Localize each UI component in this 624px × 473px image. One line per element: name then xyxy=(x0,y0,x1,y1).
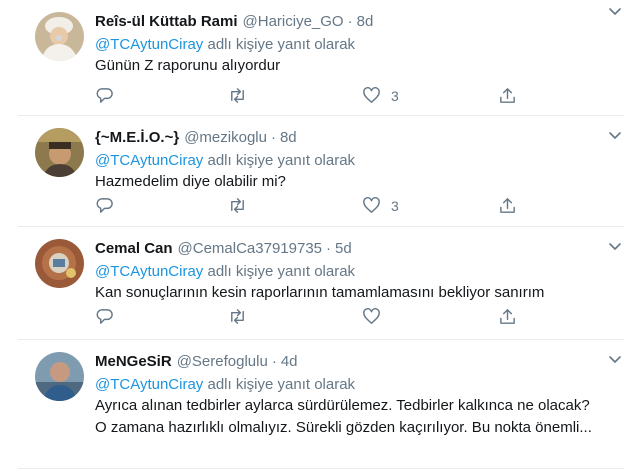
share-icon xyxy=(500,309,515,324)
avatar[interactable] xyxy=(35,352,84,401)
like-button[interactable]: 3 xyxy=(362,86,399,105)
tweet[interactable]: Cemal Can @CemalCa37919735 · 5d @TCAytun… xyxy=(18,227,624,340)
retweet-icon xyxy=(231,88,244,103)
separator-dot: · xyxy=(271,353,277,370)
reply-context: @TCAytunCiray adlı kişiye yanıt olarak xyxy=(95,262,604,282)
tweet-text: Ayrıca alınan tedbirler aylarca sürdürül… xyxy=(95,397,592,436)
like-count: 3 xyxy=(391,87,399,104)
reply-icon xyxy=(96,198,113,213)
display-name[interactable]: {~M.E.İ.O.~} xyxy=(95,128,179,148)
share-icon xyxy=(500,198,515,213)
separator-dot: · xyxy=(270,129,276,146)
reply-context: @TCAytunCiray adlı kişiye yanıt olarak xyxy=(95,151,604,171)
reply-button[interactable] xyxy=(95,196,114,215)
avatar-image xyxy=(35,128,84,177)
reply-context-text: adlı kişiye yanıt olarak xyxy=(203,263,356,280)
avatar[interactable] xyxy=(35,128,84,177)
share-button[interactable] xyxy=(498,196,517,215)
chevron-down-icon[interactable] xyxy=(606,350,624,368)
retweet-icon xyxy=(231,309,244,324)
timestamp[interactable]: 5d xyxy=(335,239,352,259)
separator-dot: · xyxy=(326,240,332,257)
retweet-icon xyxy=(231,198,244,213)
share-button[interactable] xyxy=(498,86,517,105)
reply-icon xyxy=(96,88,113,103)
tweet[interactable]: {~M.E.İ.O.~} @mezikoglu · 8d @TCAytunCir… xyxy=(18,116,624,227)
reply-feed: Reîs-ül Küttab Rami @Hariciye_GO · 8d @T… xyxy=(0,0,624,473)
like-icon xyxy=(363,197,380,213)
retweet-button[interactable] xyxy=(228,196,247,215)
mention-link[interactable]: @TCAytunCiray xyxy=(95,376,203,393)
user-handle[interactable]: @Hariciye_GO xyxy=(243,12,344,32)
like-count: 3 xyxy=(391,197,399,214)
mention-link[interactable]: @TCAytunCiray xyxy=(95,36,203,53)
reply-context-text: adlı kişiye yanıt olarak xyxy=(203,376,356,393)
mention-link[interactable]: @TCAytunCiray xyxy=(95,263,203,280)
timestamp[interactable]: 4d xyxy=(281,352,298,372)
tweet-text: Hazmedelim diye olabilir mi? xyxy=(95,173,286,190)
display-name[interactable]: MeNGeSiR xyxy=(95,352,172,372)
avatar[interactable] xyxy=(35,239,84,288)
reply-button[interactable] xyxy=(95,86,114,105)
timestamp[interactable]: 8d xyxy=(280,128,297,148)
like-button[interactable] xyxy=(362,307,391,326)
like-button[interactable]: 3 xyxy=(362,196,399,215)
reply-context-text: adlı kişiye yanıt olarak xyxy=(203,36,356,53)
user-handle[interactable]: @Serefoglulu xyxy=(177,352,268,372)
like-icon xyxy=(363,87,380,103)
share-button[interactable] xyxy=(498,307,517,326)
avatar-image xyxy=(35,352,84,401)
share-icon xyxy=(500,88,515,103)
timestamp[interactable]: 8d xyxy=(357,12,374,32)
tweet[interactable]: MeNGeSiR @Serefoglulu · 4d @TCAytunCiray… xyxy=(18,340,624,473)
reply-icon xyxy=(96,309,113,324)
reply-context: @TCAytunCiray adlı kişiye yanıt olarak xyxy=(95,375,604,395)
display-name[interactable]: Cemal Can xyxy=(95,239,173,259)
tweet[interactable]: Reîs-ül Küttab Rami @Hariciye_GO · 8d @T… xyxy=(18,0,624,116)
user-handle[interactable]: @CemalCa37919735 xyxy=(178,239,323,259)
chevron-down-icon[interactable] xyxy=(606,2,624,20)
avatar-image xyxy=(35,239,84,288)
user-handle[interactable]: @mezikoglu xyxy=(184,128,267,148)
reply-context-text: adlı kişiye yanıt olarak xyxy=(203,152,356,169)
tweet-actions: 3 xyxy=(95,196,525,218)
display-name[interactable]: Reîs-ül Küttab Rami xyxy=(95,12,238,32)
retweet-button[interactable] xyxy=(228,307,247,326)
chevron-down-icon[interactable] xyxy=(606,237,624,255)
tweet-text: Günün Z raporunu alıyordur xyxy=(95,57,281,74)
tweet-text: Kan sonuçlarının kesin raporlarının tama… xyxy=(95,284,545,301)
mention-link[interactable]: @TCAytunCiray xyxy=(95,152,203,169)
retweet-button[interactable] xyxy=(228,86,247,105)
tweet-actions xyxy=(95,307,525,329)
like-icon xyxy=(363,308,380,324)
avatar-image xyxy=(35,12,84,61)
avatar[interactable] xyxy=(35,12,84,61)
tweet-actions: 3 xyxy=(95,86,525,108)
separator-dot: · xyxy=(347,13,353,30)
reply-context: @TCAytunCiray adlı kişiye yanıt olarak xyxy=(95,35,604,55)
reply-button[interactable] xyxy=(95,307,114,326)
bottom-divider xyxy=(18,468,624,469)
chevron-down-icon[interactable] xyxy=(606,126,624,144)
